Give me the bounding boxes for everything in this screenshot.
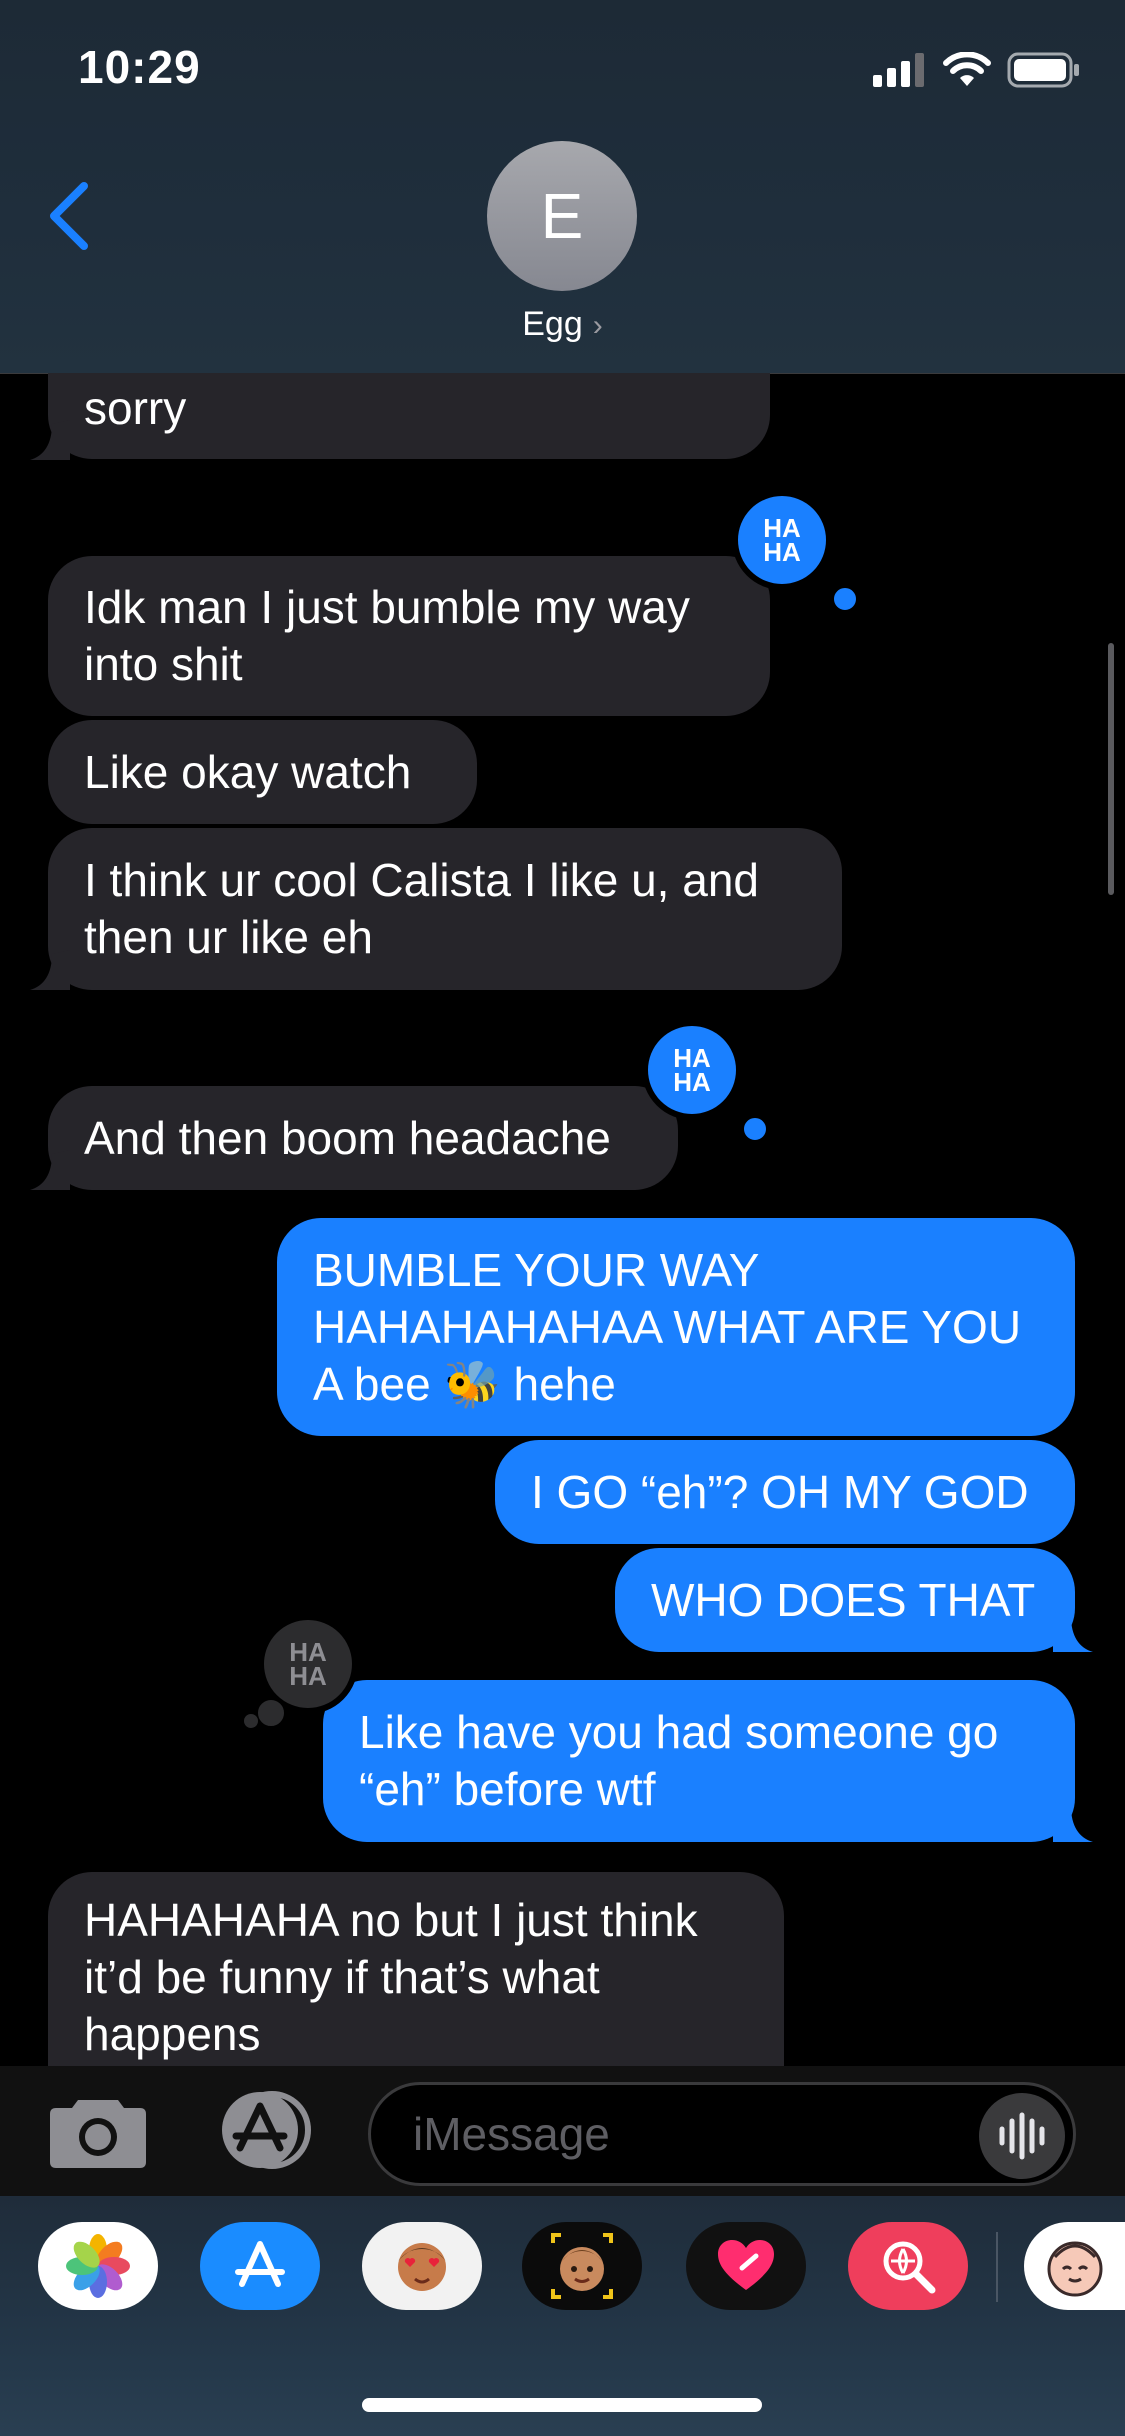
tapback-dot bbox=[830, 584, 860, 614]
message-text: sorry bbox=[84, 382, 187, 434]
bubble-tail bbox=[30, 1150, 70, 1190]
message-text: WHO DOES THAT bbox=[651, 1573, 1036, 1626]
received-message[interactable]: HAHAHAHA no but I just think it’d be fun… bbox=[48, 1872, 784, 2072]
chevron-right-icon: › bbox=[592, 309, 603, 342]
tapback-dot bbox=[254, 1696, 288, 1730]
message-text: BUMBLE YOUR WAY HAHAHAHAHAA WHAT ARE YOU… bbox=[313, 1243, 1022, 1410]
contact-avatar[interactable]: E bbox=[487, 141, 637, 291]
wifi-icon bbox=[943, 52, 991, 86]
waveform-icon bbox=[999, 2112, 1045, 2160]
message-text: Like okay watch bbox=[84, 745, 412, 798]
received-message[interactable]: sorry bbox=[48, 373, 770, 459]
bubble-tail bbox=[1053, 1612, 1093, 1652]
received-message[interactable]: I think ur cool Calista I like u, and th… bbox=[48, 828, 842, 990]
received-message[interactable]: Idk man I just bumble my way into shit bbox=[48, 556, 770, 716]
bubble-tail bbox=[30, 420, 70, 460]
message-input-field[interactable]: iMessage bbox=[368, 2082, 1076, 2186]
sent-message[interactable]: Like have you had someone go “eh” before… bbox=[323, 1680, 1075, 1842]
app-store-icon[interactable] bbox=[206, 2090, 320, 2170]
message-text: HAHAHAHA no but I just think it’d be fun… bbox=[84, 1894, 698, 2060]
message-text: I think ur cool Calista I like u, and th… bbox=[84, 854, 759, 963]
camera-icon[interactable] bbox=[48, 2094, 148, 2170]
bee-emoji-icon: 🐝 bbox=[443, 1357, 501, 1410]
sticker-app-icon[interactable] bbox=[1024, 2222, 1125, 2310]
memoji-stickers-icon[interactable] bbox=[362, 2222, 482, 2310]
photos-app-icon[interactable] bbox=[38, 2222, 158, 2310]
contact-name-button[interactable]: Egg › bbox=[0, 305, 1125, 344]
app-store-icon[interactable] bbox=[200, 2222, 320, 2310]
message-input-placeholder: iMessage bbox=[413, 2108, 610, 2160]
avatar-initial: E bbox=[540, 180, 584, 252]
memoji-icon[interactable] bbox=[522, 2222, 642, 2310]
scroll-indicator[interactable] bbox=[1108, 643, 1114, 895]
haha-tapback-icon[interactable]: HA HA bbox=[732, 490, 832, 590]
contact-name: Egg bbox=[522, 305, 583, 343]
tapback-dot bbox=[740, 1114, 770, 1144]
message-text: Idk man I just bumble my way into shit bbox=[84, 581, 690, 690]
back-chevron-icon[interactable] bbox=[40, 176, 100, 256]
sent-message[interactable]: I GO “eh”? OH MY GOD bbox=[495, 1440, 1075, 1544]
home-indicator[interactable] bbox=[362, 2398, 762, 2412]
received-message[interactable]: And then boom headache bbox=[48, 1086, 678, 1190]
battery-icon bbox=[1007, 52, 1079, 88]
message-text: Like have you had someone go “eh” before… bbox=[359, 1706, 999, 1815]
haha-tapback-icon[interactable]: HA HA bbox=[642, 1020, 742, 1120]
status-time: 10:29 bbox=[78, 41, 201, 93]
digital-touch-icon[interactable] bbox=[686, 2222, 806, 2310]
images-search-icon[interactable] bbox=[848, 2222, 968, 2310]
app-drawer-divider bbox=[996, 2232, 998, 2302]
message-text: And then boom headache bbox=[84, 1111, 611, 1164]
received-message[interactable]: Like okay watch bbox=[48, 720, 477, 824]
status-icons bbox=[873, 52, 1081, 88]
message-text: I GO “eh”? OH MY GOD bbox=[531, 1465, 1029, 1518]
audio-message-button[interactable] bbox=[979, 2093, 1065, 2179]
tapback-dot bbox=[244, 1714, 258, 1728]
sent-message[interactable]: BUMBLE YOUR WAY HAHAHAHAHAA WHAT ARE YOU… bbox=[277, 1218, 1075, 1436]
sent-message[interactable]: WHO DOES THAT bbox=[615, 1548, 1075, 1652]
cellular-signal-icon bbox=[873, 53, 924, 87]
bubble-tail bbox=[30, 950, 70, 990]
bubble-tail bbox=[1053, 1802, 1093, 1842]
